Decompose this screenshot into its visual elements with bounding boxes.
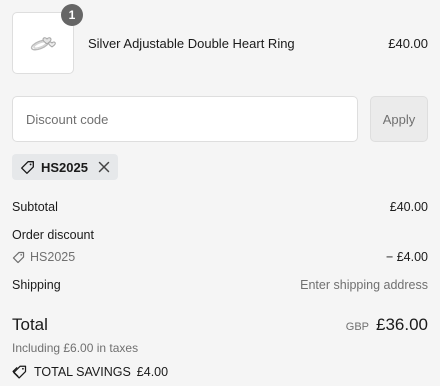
applied-code-label: HS2025 — [41, 159, 88, 175]
tag-icon — [20, 160, 35, 175]
total-amount: £36.00 — [376, 315, 428, 334]
close-icon[interactable] — [98, 161, 110, 173]
product-name: Silver Adjustable Double Heart Ring — [88, 36, 295, 51]
shipping-label: Shipping — [12, 278, 61, 292]
tag-icon — [12, 251, 25, 264]
discount-code-input[interactable] — [12, 96, 358, 142]
shipping-value: Enter shipping address — [300, 278, 428, 292]
total-savings: TOTAL SAVINGS £4.00 — [12, 364, 168, 380]
subtotal-value: £40.00 — [389, 200, 428, 214]
product-price: £40.00 — [388, 36, 428, 51]
quantity-badge: 1 — [61, 4, 83, 26]
currency-code: GBP — [345, 321, 369, 333]
savings-value: £4.00 — [136, 365, 169, 379]
order-discount-code-text: HS2025 — [30, 250, 76, 264]
applied-discount-chip: HS2025 — [12, 154, 118, 180]
apply-button[interactable]: Apply — [370, 96, 428, 142]
order-discount-code: HS2025 — [12, 250, 75, 264]
order-discount-value: − £4.00 — [385, 250, 428, 264]
subtotal-label: Subtotal — [12, 200, 58, 214]
total-value-group: GBP £36.00 — [346, 315, 428, 335]
total-label: Total — [12, 315, 48, 334]
order-discount-label: Order discount — [12, 228, 94, 242]
price-tags-icon — [12, 364, 28, 380]
tax-note: Including £6.00 in taxes — [12, 341, 139, 355]
savings-label: TOTAL SAVINGS — [34, 365, 131, 379]
